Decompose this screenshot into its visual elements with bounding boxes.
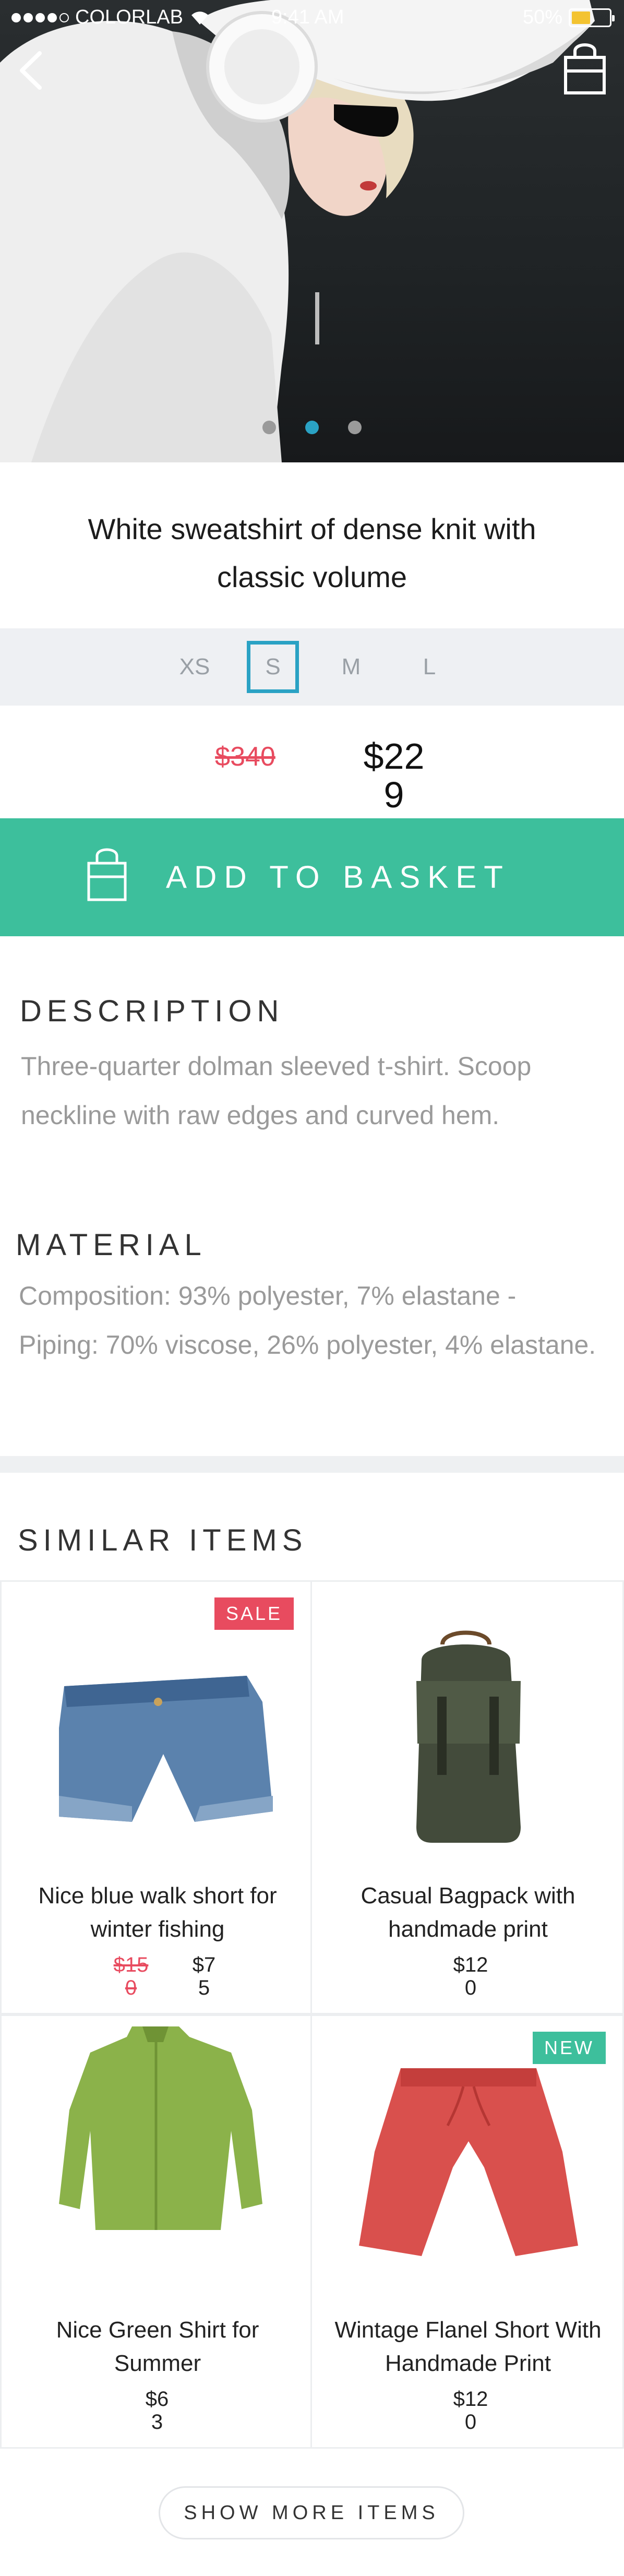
description-text: Three-quarter dolman sleeved t-shirt. Sc… bbox=[21, 1052, 532, 1130]
item-price: $120 bbox=[453, 2388, 488, 2434]
size-option-s[interactable]: S bbox=[247, 641, 299, 693]
item-price-row: $63 bbox=[2, 2388, 314, 2440]
similar-item-card[interactable]: SALE Nice blue walk short for winter fis… bbox=[0, 1580, 312, 2014]
item-price: $120 bbox=[453, 1953, 488, 1999]
description-heading: DESCRIPTION bbox=[20, 994, 284, 1028]
similar-items-heading: SIMILAR ITEMS bbox=[18, 1523, 308, 1557]
product-title: White sweatshirt of dense knit with clas… bbox=[88, 512, 536, 593]
status-right: 50% bbox=[522, 6, 615, 29]
battery-level bbox=[572, 11, 590, 24]
item-name: Nice blue walk short for winter fishing bbox=[38, 1883, 277, 1942]
shopping-bag-icon bbox=[87, 848, 127, 901]
battery-icon bbox=[569, 8, 615, 27]
red-shorts-image bbox=[359, 2068, 578, 2256]
status-bar: COLORLAB 9:41 AM 50% bbox=[0, 0, 624, 37]
signal-icon bbox=[11, 13, 69, 22]
pager-dot[interactable] bbox=[262, 421, 276, 434]
image-pager bbox=[0, 421, 624, 434]
size-option-m[interactable]: M bbox=[325, 641, 377, 693]
pager-dot[interactable] bbox=[348, 421, 362, 434]
current-price: $229 bbox=[363, 736, 425, 815]
battery-percent: 50% bbox=[522, 6, 562, 28]
shopping-bag-icon bbox=[564, 43, 606, 94]
pager-dot-active[interactable] bbox=[305, 421, 319, 434]
section-divider bbox=[0, 1456, 624, 1473]
similar-item-card[interactable]: Casual Bagpack with handmade print $120 bbox=[312, 1580, 624, 2014]
back-button[interactable] bbox=[13, 47, 49, 94]
similar-item-card[interactable]: NEW Wintage Flanel Short With Handmade P… bbox=[312, 2014, 624, 2449]
status-time: 9:41 AM bbox=[271, 6, 344, 28]
chevron-left-icon bbox=[20, 51, 42, 90]
backpack-image bbox=[416, 1630, 521, 1843]
item-price: $63 bbox=[145, 2388, 169, 2434]
similar-item-card[interactable]: Nice Green Shirt for Summer $63 bbox=[0, 2014, 312, 2449]
add-to-basket-button[interactable]: ADD TO BASKET bbox=[0, 818, 624, 936]
basket-button[interactable] bbox=[561, 40, 608, 97]
item-name: Casual Bagpack with handmade print bbox=[361, 1883, 575, 1942]
add-to-basket-label: ADD TO BASKET bbox=[166, 860, 510, 895]
show-more-items-button[interactable]: SHOW MORE ITEMS bbox=[159, 2486, 464, 2539]
similar-items-grid: SALE Nice blue walk short for winter fis… bbox=[0, 1580, 624, 2449]
item-name: Nice Green Shirt for Summer bbox=[56, 2317, 259, 2376]
material-text: Composition: 93% polyester, 7% elastane … bbox=[19, 1281, 596, 1359]
material-heading: MATERIAL bbox=[16, 1228, 207, 1262]
item-price-row: $120 bbox=[312, 2388, 624, 2440]
size-option-xs[interactable]: XS bbox=[169, 641, 221, 693]
product-hero-image[interactable]: COLORLAB 9:41 AM 50% bbox=[0, 0, 624, 462]
wifi-icon bbox=[191, 11, 208, 25]
original-price: $340 bbox=[215, 742, 275, 772]
carrier-name: COLORLAB bbox=[75, 6, 183, 28]
item-name: Wintage Flanel Short With Handmade Print bbox=[334, 2317, 602, 2376]
item-price-row: $120 bbox=[312, 1953, 624, 2006]
model-photo bbox=[0, 0, 595, 462]
size-option-l[interactable]: L bbox=[403, 641, 455, 693]
status-left: COLORLAB bbox=[11, 6, 210, 29]
denim-shorts-image bbox=[59, 1676, 273, 1822]
size-selector: XS S M L bbox=[0, 628, 624, 706]
green-shirt-image bbox=[59, 2026, 262, 2230]
item-original-price: $150 bbox=[113, 1953, 149, 1999]
item-price: $75 bbox=[192, 1953, 216, 1999]
